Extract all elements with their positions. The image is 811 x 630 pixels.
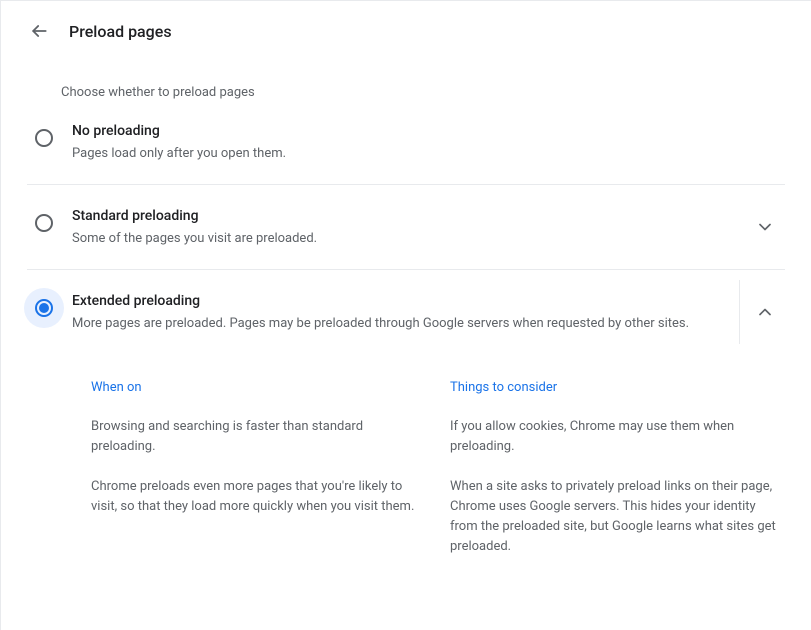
details-heading-consider: Things to consider — [450, 380, 785, 395]
option-no-preloading[interactable]: No preloading Pages load only after you … — [27, 100, 785, 185]
details-text: When a site asks to privately preload li… — [450, 477, 785, 557]
radio-wrap-no-preloading — [24, 118, 64, 158]
radio-wrap-extended — [24, 288, 64, 328]
arrow-left-icon — [29, 21, 49, 41]
preload-options: No preloading Pages load only after you … — [1, 100, 811, 354]
expand-standard-button[interactable] — [753, 215, 777, 239]
details-when-on: When on Browsing and searching is faster… — [91, 380, 426, 557]
option-standard-preloading[interactable]: Standard preloading Some of the pages yo… — [27, 185, 785, 270]
option-extended-preloading[interactable]: Extended preloading More pages are prelo… — [27, 270, 785, 354]
chevron-down-icon — [755, 217, 775, 237]
option-title: Standard preloading — [72, 205, 745, 227]
option-title: No preloading — [72, 120, 745, 142]
option-body: Extended preloading More pages are prelo… — [72, 290, 785, 334]
option-desc: More pages are preloaded. Pages may be p… — [72, 314, 745, 334]
extended-details: When on Browsing and searching is faster… — [1, 354, 811, 583]
radio-wrap-standard — [24, 203, 64, 243]
details-text: If you allow cookies, Chrome may use the… — [450, 417, 785, 457]
page-subtitle: Choose whether to preload pages — [1, 43, 811, 100]
details-text: Chrome preloads even more pages that you… — [91, 477, 426, 517]
collapse-extended-button[interactable] — [753, 300, 777, 324]
radio-standard-preloading[interactable] — [35, 214, 53, 232]
details-text: Browsing and searching is faster than st… — [91, 417, 426, 457]
details-things-to-consider: Things to consider If you allow cookies,… — [450, 380, 785, 557]
option-title: Extended preloading — [72, 290, 745, 312]
option-desc: Some of the pages you visit are preloade… — [72, 229, 745, 249]
page-title: Preload pages — [69, 22, 172, 41]
radio-extended-preloading[interactable] — [35, 299, 53, 317]
details-heading-when-on: When on — [91, 380, 426, 395]
radio-no-preloading[interactable] — [35, 129, 53, 147]
option-desc: Pages load only after you open them. — [72, 144, 745, 164]
back-button[interactable] — [27, 19, 51, 43]
chevron-up-icon — [755, 302, 775, 322]
option-body: Standard preloading Some of the pages yo… — [72, 205, 785, 249]
option-body: No preloading Pages load only after you … — [72, 120, 785, 164]
